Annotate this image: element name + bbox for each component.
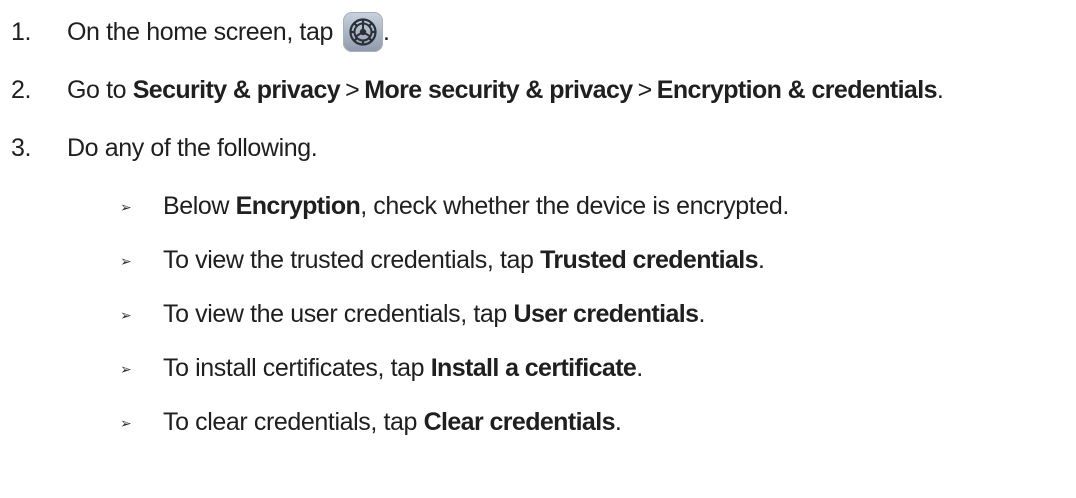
option-text: To view the user credentials, tap User c… [163, 299, 705, 328]
step-text-before: On the home screen, tap [67, 17, 333, 46]
step-text-suffix: . [936, 75, 944, 104]
menu-path-more-security-privacy: More security & privacy [364, 75, 633, 104]
arrow-bullet-icon: ➢ [120, 415, 132, 432]
step-text-prefix: Go to [67, 75, 127, 104]
menu-path-security-privacy: Security & privacy [132, 75, 341, 104]
option-text: Below Encryption, check whether the devi… [163, 191, 789, 220]
step-text-after: . [382, 17, 390, 46]
step-text: On the home screen, tap . [67, 12, 390, 52]
option-item: ➢ To view the user credentials, tap User… [0, 294, 1076, 334]
install-certificate-label: Install a certificate [430, 353, 637, 382]
option-text: To view the trusted credentials, tap Tru… [163, 245, 765, 274]
arrow-bullet-icon: ➢ [120, 199, 132, 216]
option-text: To install certificates, tap Install a c… [163, 353, 643, 382]
menu-path-encryption-credentials: Encryption & credentials [656, 75, 938, 104]
settings-gear-icon [342, 12, 383, 52]
trusted-credentials-label: Trusted credentials [540, 245, 758, 274]
option-item: ➢ Below Encryption, check whether the de… [0, 186, 1076, 226]
option-item: ➢ To install certificates, tap Install a… [0, 348, 1076, 388]
encryption-label: Encryption [235, 191, 361, 220]
step-text: Go to Security & privacy > More security &… [67, 75, 944, 105]
option-text: To clear credentials, tap Clear credenti… [163, 407, 622, 436]
option-item: ➢ To view the trusted credentials, tap T… [0, 240, 1076, 280]
path-separator: > [345, 75, 360, 104]
step-text: Do any of the following. [67, 133, 318, 162]
path-separator: > [637, 75, 653, 104]
step-number: 3. [11, 133, 32, 162]
arrow-bullet-icon: ➢ [120, 307, 132, 324]
step-number: 1. [11, 17, 32, 46]
clear-credentials-label: Clear credentials [423, 407, 616, 436]
option-item: ➢ To clear credentials, tap Clear creden… [0, 402, 1076, 442]
arrow-bullet-icon: ➢ [120, 361, 132, 378]
step-number: 2. [11, 75, 32, 104]
user-credentials-label: User credentials [513, 299, 699, 328]
arrow-bullet-icon: ➢ [120, 253, 132, 270]
